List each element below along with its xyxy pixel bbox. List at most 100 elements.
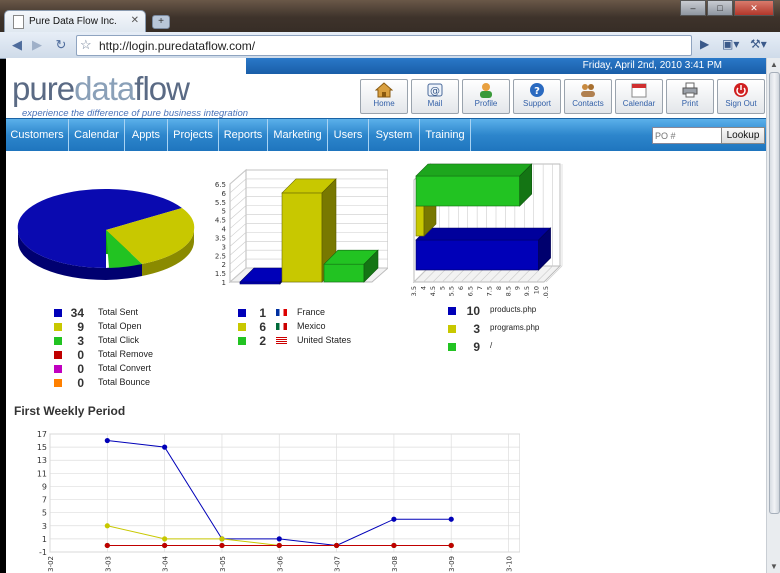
logo[interactable]: puredataflow experience the difference o… [12, 70, 248, 119]
hbar-xtick-label: 7.5 [485, 286, 493, 296]
wrench-menu-icon[interactable]: ⚒▾ [750, 37, 767, 51]
bar3d-side-wall [229, 168, 247, 284]
page-menu-icon[interactable]: ▣▾ [722, 37, 739, 51]
line-chart-ytick-label: 9 [42, 482, 47, 491]
address-bar[interactable]: ☆ http://login.puredataflow.com/ [76, 35, 692, 56]
bar3d-ytick-label: 1 [222, 279, 226, 287]
line-point-3 [104, 542, 110, 549]
line-point-1 [162, 536, 168, 542]
line-chart-ytick-label: 1 [42, 535, 47, 544]
mail-label: Mail [427, 99, 443, 108]
support-button[interactable]: ? Support [513, 79, 561, 114]
reload-icon[interactable]: ↻ [52, 37, 70, 53]
legend-count: 2 [259, 334, 266, 348]
profile-button[interactable]: Profile [462, 79, 510, 114]
po-number-input[interactable] [652, 127, 724, 144]
hbar-xtick-label: 8 [495, 286, 503, 290]
minimize-button[interactable]: – [680, 0, 706, 16]
new-tab-button[interactable]: + [152, 15, 170, 29]
legend-label: Total Remove [98, 349, 154, 359]
scroll-down-icon[interactable]: ▼ [770, 562, 778, 571]
legend-swatch [54, 379, 62, 387]
back-arrow-icon[interactable]: ◀ [8, 37, 26, 53]
vertical-scrollbar[interactable]: ▲ ▼ [766, 58, 780, 573]
current-datetime: Friday, April 2nd, 2010 3:41 PM [582, 60, 722, 71]
line-chart-xtick-label: 3-09 [448, 556, 456, 572]
mail-button[interactable]: @ Mail [411, 79, 459, 114]
legend-count: 6 [259, 320, 266, 334]
tab-close-icon[interactable]: ✕ [131, 15, 139, 26]
line-chart-ytick-label: 5 [42, 509, 47, 518]
country-bar-chart: 11.522.533.544.555.566.5 [215, 168, 388, 287]
hbar-bar-programs [415, 205, 425, 237]
home-icon [375, 82, 393, 98]
legend-label: Total Convert [98, 363, 152, 373]
bar3d-ytick-label: 3 [222, 243, 226, 251]
nav-projects[interactable]: Projects [168, 119, 219, 151]
lookup-button[interactable]: Lookup [721, 127, 765, 144]
sign-out-button[interactable]: Sign Out [717, 79, 765, 114]
hbar-xtick-label: 4.5 [429, 286, 437, 296]
line-chart-xtick-label: 3-04 [162, 555, 170, 571]
nav-customers[interactable]: Customers [6, 119, 69, 151]
date-bar: Friday, April 2nd, 2010 3:41 PM [246, 58, 766, 74]
window-controls: – □ ✕ [679, 0, 774, 16]
line-point-0 [276, 536, 282, 542]
legend-label: France [297, 307, 326, 317]
line-chart-xtick-label: 3-02 [47, 556, 55, 572]
home-button[interactable]: Home [360, 79, 408, 114]
nav-users[interactable]: Users [328, 119, 369, 151]
line-chart-xtick-label: 3-07 [334, 556, 342, 572]
line-point-3 [276, 542, 282, 549]
legend-label: Mexico [297, 321, 326, 331]
legend-swatch [238, 309, 246, 317]
mail-icon: @ [427, 83, 443, 97]
close-window-button[interactable]: ✕ [734, 0, 774, 16]
line-point-3 [391, 542, 397, 549]
france-flag-icon [276, 309, 287, 316]
contacts-button[interactable]: Contacts [564, 79, 612, 114]
line-chart-xtick-label: 3-06 [276, 555, 284, 571]
scrollbar-thumb[interactable] [769, 72, 780, 514]
nav-calendar[interactable]: Calendar [69, 119, 125, 151]
nav-appts[interactable]: Appts [125, 119, 168, 151]
line-chart-grid [49, 433, 520, 553]
bar3d-yaxis: 11.522.533.544.555.566.5 [215, 181, 227, 287]
pages-bar-chart: 3.5 4 4.5 5 5.5 6 6.5 7 7.5 8 8.5 9 9.5 10 10.5 [410, 162, 563, 298]
hbar-bar-top [415, 163, 533, 177]
maximize-button[interactable]: □ [707, 0, 733, 16]
nav-marketing[interactable]: Marketing [268, 119, 328, 151]
browser-tab[interactable]: Pure Data Flow Inc. ✕ [4, 10, 146, 33]
calendar-icon [631, 83, 647, 98]
logo-flow: flow [134, 70, 190, 107]
svg-text:@: @ [430, 86, 440, 97]
line-point-0 [162, 444, 168, 450]
line-chart-xaxis: 3-02 3-03 3-04 3-05 3-06 3-07 3-08 3-09 3-10 [47, 555, 514, 571]
line-point-3 [162, 542, 168, 549]
tab-title: Pure Data Flow Inc. [29, 16, 117, 27]
legend-swatch [54, 351, 62, 359]
print-button[interactable]: Print [666, 79, 714, 114]
bookmark-star-icon[interactable]: ☆ [80, 37, 92, 53]
hbar-bar-root [415, 175, 521, 207]
forward-arrow-icon[interactable]: ▶ [28, 37, 46, 53]
home-label: Home [373, 99, 395, 108]
go-arrow-icon[interactable]: ▶ [700, 37, 709, 51]
email-pie-chart [17, 188, 195, 280]
scroll-up-icon[interactable]: ▲ [770, 60, 778, 69]
line-chart-ytick-label: 17 [37, 430, 47, 439]
legend-count: 1 [259, 306, 266, 320]
nav-reports[interactable]: Reports [219, 119, 268, 151]
hbar-xtick-label: 5.5 [448, 286, 456, 296]
nav-training[interactable]: Training [420, 119, 471, 151]
hbar-xtick-label: 9 [514, 286, 522, 290]
page-icon [13, 15, 24, 29]
svg-text:?: ? [534, 86, 540, 97]
bar3d-ytick-label: 1.5 [215, 270, 226, 278]
calendar-button[interactable]: Calendar [615, 79, 663, 114]
legend-swatch [238, 323, 246, 331]
line-point-0 [104, 437, 110, 444]
nav-system[interactable]: System [369, 119, 420, 151]
line-chart-xtick-label: 3-08 [391, 556, 399, 572]
hbar-xtick-label: 10.5 [542, 286, 550, 298]
